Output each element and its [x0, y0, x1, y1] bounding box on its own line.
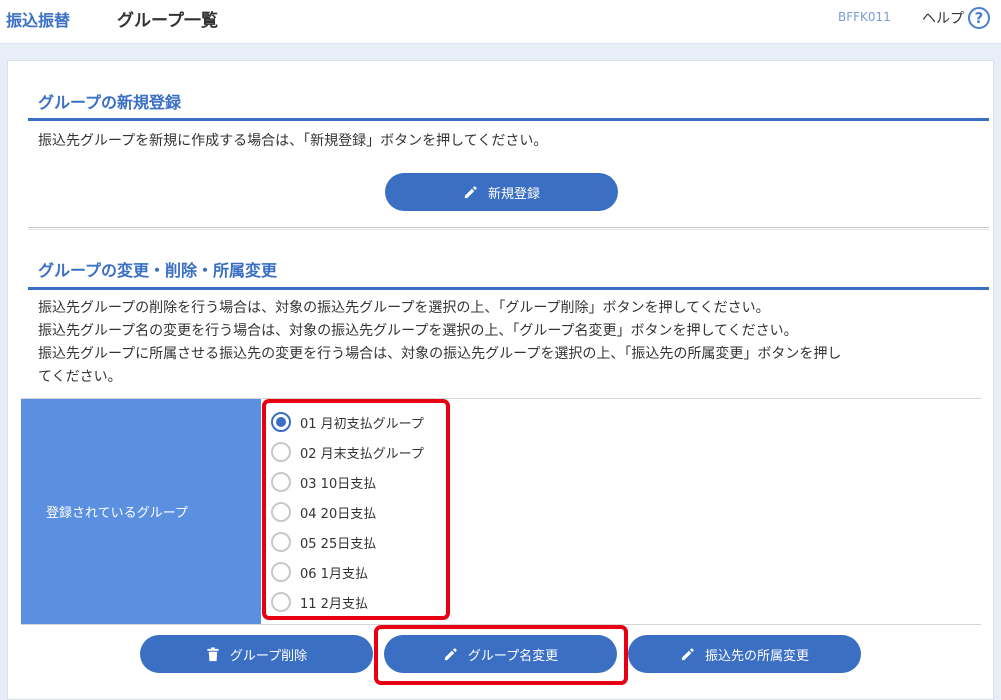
description-line: てください。 — [38, 369, 122, 385]
delete-group-button[interactable]: グループ削除 — [140, 635, 373, 673]
page-title: グループ一覧 — [117, 11, 218, 31]
group-option-label: 06 1月支払 — [300, 566, 368, 582]
rename-group-button[interactable]: グループ名変更 — [384, 635, 617, 673]
group-option-label: 03 10日支払 — [300, 476, 377, 492]
new-register-label: 新規登録 — [487, 186, 540, 202]
pencil-icon — [464, 185, 477, 198]
group-option-06[interactable]: 06 1月支払 — [269, 557, 424, 587]
group-option-label: 01 月初支払グループ — [300, 416, 424, 432]
radio-button[interactable] — [271, 562, 291, 582]
help-icon: ? — [968, 7, 990, 29]
radio-button[interactable] — [271, 442, 291, 462]
group-option-11[interactable]: 11 2月支払 — [269, 587, 424, 617]
group-option-04[interactable]: 04 20日支払 — [269, 497, 424, 527]
new-group-description: 振込先グループを新規に作成する場合は、「新規登録」ボタンを押してください。 — [38, 133, 548, 149]
pencil-icon — [444, 647, 457, 660]
group-option-label: 11 2月支払 — [300, 596, 368, 612]
group-option-label: 04 20日支払 — [300, 506, 377, 522]
change-membership-button[interactable]: 振込先の所属変更 — [628, 635, 861, 673]
new-group-heading: グループの新規登録 — [28, 89, 989, 121]
radio-button[interactable] — [271, 472, 291, 492]
registered-groups-label: 登録されているグループ — [21, 399, 261, 624]
group-option-02[interactable]: 02 月末支払グループ — [269, 437, 424, 467]
rename-group-label: グループ名変更 — [467, 648, 559, 664]
help-label: ヘルプ — [922, 11, 964, 27]
group-option-label: 05 25日支払 — [300, 536, 377, 552]
description-line: 振込先グループの削除を行う場合は、対象の振込先グループを選択の上、「グループ削除… — [38, 300, 770, 316]
description-line: 振込先グループ名の変更を行う場合は、対象の振込先グループを選択の上、「グループ名… — [38, 323, 798, 339]
screen-id: BFFK011 — [838, 10, 891, 24]
new-register-button[interactable]: 新規登録 — [385, 173, 618, 211]
group-radio-list: 01 月初支払グループ 02 月末支払グループ 03 10日支払 04 20日支… — [269, 407, 424, 617]
group-option-01[interactable]: 01 月初支払グループ — [269, 407, 424, 437]
radio-button[interactable] — [271, 592, 291, 612]
group-option-03[interactable]: 03 10日支払 — [269, 467, 424, 497]
help-link[interactable]: ヘルプ ? — [922, 7, 990, 29]
brand-label: 振込振替 — [6, 11, 71, 30]
groups-table: 登録されているグループ 01 月初支払グループ 02 月末支払グループ 03 1… — [21, 398, 981, 625]
radio-button[interactable] — [271, 412, 291, 432]
delete-group-label: グループ削除 — [229, 648, 308, 664]
change-membership-label: 振込先の所属変更 — [704, 648, 809, 664]
section-divider — [28, 227, 989, 230]
pencil-icon — [681, 647, 694, 660]
modify-group-description: 振込先グループの削除を行う場合は、対象の振込先グループを選択の上、「グループ削除… — [38, 297, 973, 389]
radio-button[interactable] — [271, 532, 291, 552]
group-option-05[interactable]: 05 25日支払 — [269, 527, 424, 557]
modify-group-heading: グループの変更・削除・所属変更 — [28, 257, 989, 290]
description-line: 振込先グループに所属させる振込先の変更を行う場合は、対象の振込先グループを選択の… — [38, 346, 842, 362]
trash-icon — [207, 646, 219, 661]
group-option-label: 02 月末支払グループ — [300, 446, 424, 462]
top-bar: 振込振替 グループ一覧 BFFK011 ヘルプ ? — [0, 0, 1001, 44]
radio-button[interactable] — [271, 502, 291, 522]
